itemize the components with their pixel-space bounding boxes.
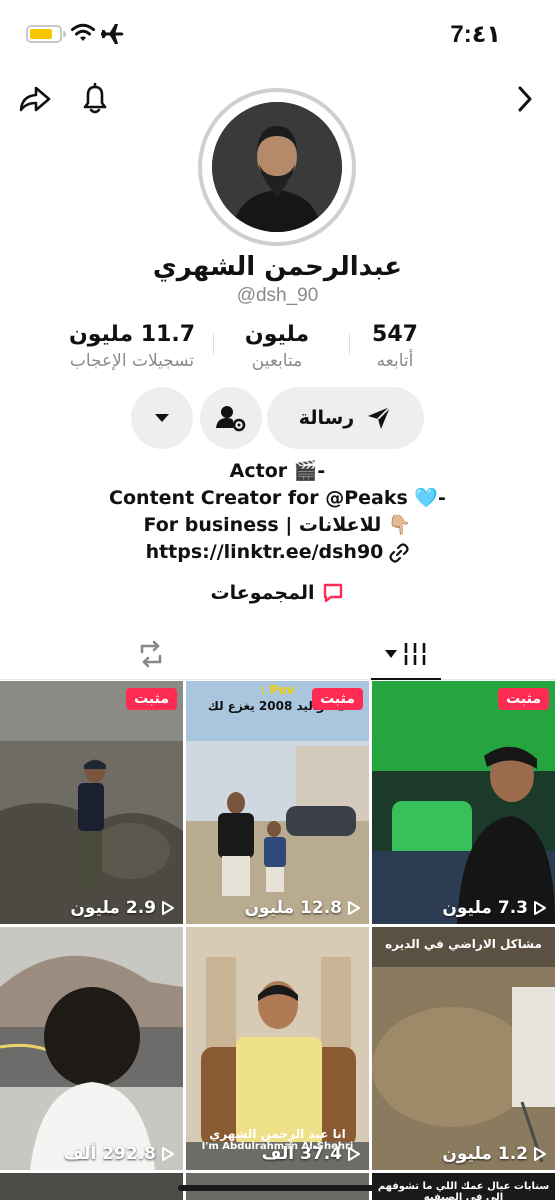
avatar-photo xyxy=(212,102,342,232)
tab-reposts[interactable] xyxy=(116,628,186,680)
message-label: رسالة xyxy=(298,407,355,429)
play-icon xyxy=(348,901,360,915)
groups-label: المجموعات xyxy=(210,582,315,604)
message-button[interactable]: رسالة xyxy=(267,387,424,449)
chat-bubble-icon xyxy=(324,583,343,603)
link-icon xyxy=(389,542,409,563)
username: @dsh_90 xyxy=(236,285,319,306)
send-icon xyxy=(368,406,391,429)
chevron-right-icon[interactable] xyxy=(508,82,542,116)
following-count: 547 xyxy=(372,322,418,347)
groups-link[interactable]: المجموعات xyxy=(0,582,555,604)
grid-icon xyxy=(403,643,427,665)
link-text: https://linktr.ee/dsh90 xyxy=(145,541,384,563)
clock: 7:٤١ xyxy=(450,21,501,48)
followers-label: متابعين xyxy=(251,351,303,371)
user-settings-icon xyxy=(216,406,246,432)
view-count: 292.8 ألف xyxy=(64,1144,175,1164)
video-grid: مثبت 7.3 مليون Pov : ك مواليد 2008 يغزع … xyxy=(0,681,555,1200)
bio-line: Actor 🎬- xyxy=(229,460,326,482)
following-label: أتابعه xyxy=(376,351,414,371)
likes-label: تسجيلات الإعجاب xyxy=(69,351,195,371)
view-count: 2.9 مليون xyxy=(70,898,175,918)
share-icon[interactable] xyxy=(18,82,52,116)
stat-divider xyxy=(349,334,350,354)
likes-count: 11.7 مليون xyxy=(68,322,196,347)
pinned-badge: مثبت xyxy=(498,688,549,710)
more-dropdown-button[interactable] xyxy=(131,387,193,449)
video-tile[interactable]: مشاكل الاراضي في الديره 1.2 مليون xyxy=(372,927,555,1170)
wifi-icon xyxy=(71,23,95,41)
play-icon xyxy=(534,1147,546,1161)
view-count: 7.3 مليون xyxy=(442,898,547,918)
video-tile[interactable]: مثبت 2.9 مليون xyxy=(0,681,183,924)
pinned-badge: مثبت xyxy=(312,688,363,710)
bio-line: Content Creator for @Peaks 🩵- xyxy=(109,487,446,509)
video-tile[interactable]: Pov : ك مواليد 2008 يغزع لك مثبت 12.8 مل… xyxy=(186,681,369,924)
video-tile[interactable] xyxy=(0,1173,183,1200)
stat-likes[interactable]: 11.7 مليون تسجيلات الإعجاب xyxy=(52,322,212,371)
view-count: 12.8 مليون xyxy=(245,898,361,918)
bio-line: For business | للاعلانات 👇🏼 xyxy=(143,514,412,536)
repost-icon xyxy=(140,640,162,668)
stat-following[interactable]: 547 أتابعه xyxy=(345,322,445,371)
bio-link[interactable]: https://linktr.ee/dsh90 xyxy=(0,539,555,566)
active-tab-indicator xyxy=(371,678,441,680)
video-tile[interactable]: سنابات عيال عمك اللي ما تشوفهم الى في ال… xyxy=(372,1173,555,1200)
followers-count: مليون xyxy=(244,322,310,347)
profile-tabs xyxy=(0,628,555,680)
display-name: عبدالرحمن الشهري xyxy=(152,252,403,282)
suggested-accounts-button[interactable] xyxy=(200,387,262,449)
stat-divider xyxy=(213,334,214,354)
status-bar: 7:٤١ xyxy=(0,0,555,70)
home-indicator[interactable] xyxy=(178,1185,378,1191)
stat-followers[interactable]: مليون متابعين xyxy=(222,322,332,371)
play-icon xyxy=(162,1147,174,1161)
play-icon xyxy=(348,1147,360,1161)
video-tile[interactable]: مثبت 7.3 مليون xyxy=(372,681,555,924)
video-tile[interactable]: 292.8 ألف xyxy=(0,927,183,1170)
airplane-icon xyxy=(101,24,124,44)
view-count: 1.2 مليون xyxy=(442,1144,547,1164)
view-count: 37.4 ألف xyxy=(262,1144,361,1164)
caret-down-icon xyxy=(385,650,397,658)
video-caption: سنابات عيال عمك اللي ما تشوفهم الى في ال… xyxy=(377,1181,550,1200)
video-caption: انا عبد الرحمن الشهري xyxy=(209,1127,346,1141)
tab-videos[interactable] xyxy=(371,628,441,680)
avatar[interactable] xyxy=(198,88,356,246)
bio: Actor 🎬- Content Creator for @Peaks 🩵- F… xyxy=(0,458,555,566)
video-caption: مشاكل الاراضي في الديره xyxy=(385,937,542,951)
play-icon xyxy=(534,901,546,915)
video-tile[interactable]: انا عبد الرحمن الشهري I'm Abdulrahman Al… xyxy=(186,927,369,1170)
pinned-badge: مثبت xyxy=(126,688,177,710)
battery-icon xyxy=(26,25,66,43)
play-icon xyxy=(162,901,174,915)
bell-icon[interactable] xyxy=(78,82,112,116)
caret-down-icon xyxy=(155,414,169,422)
